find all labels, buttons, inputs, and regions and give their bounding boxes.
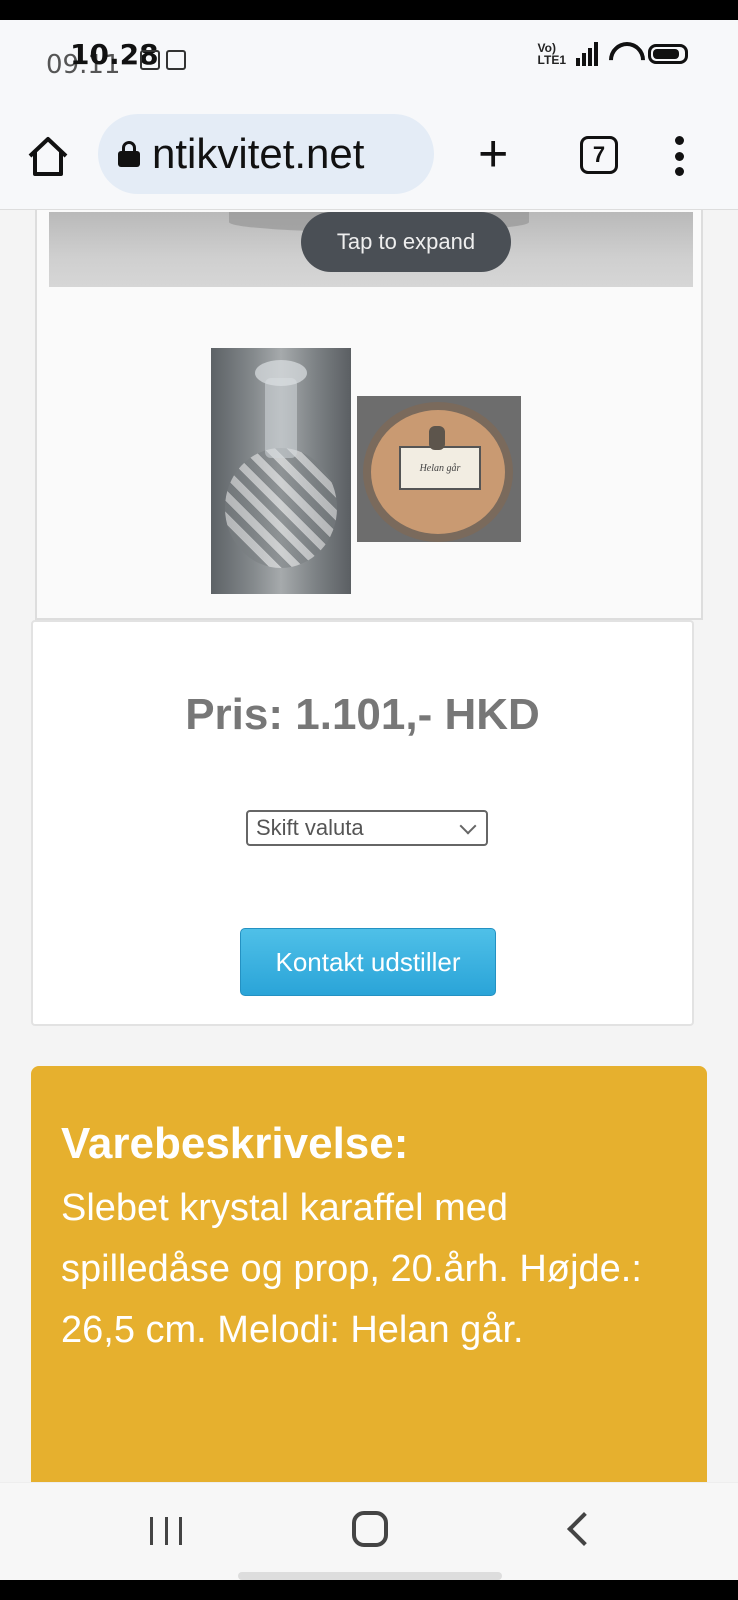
home-nav-icon[interactable] xyxy=(352,1511,388,1547)
tap-to-expand-toast[interactable]: Tap to expand xyxy=(301,212,511,272)
back-icon[interactable] xyxy=(567,1512,601,1546)
thumbnail-music-box[interactable]: Helan går xyxy=(357,396,521,542)
bottom-black-strip xyxy=(0,1580,738,1600)
thumbnail-decanter[interactable] xyxy=(211,348,351,594)
status-icons: Vo) LTE1 xyxy=(538,42,688,66)
price-box: Pris: 1.101,- HKD Skift valuta Kontakt u… xyxy=(31,620,694,1026)
url-text: ntikvitet.net xyxy=(152,130,365,177)
battery-icon xyxy=(648,44,688,64)
music-box-label: Helan går xyxy=(399,446,481,490)
notification-icon xyxy=(166,50,186,70)
description-box: Varebeskrivelse: Slebet krystal karaffel… xyxy=(31,1066,707,1482)
address-bar[interactable]: ntikvitet.net xyxy=(98,114,434,194)
signal-icon xyxy=(576,42,598,66)
currency-select[interactable]: Skift valuta xyxy=(246,810,488,846)
volte-lte-icon: Vo) LTE1 xyxy=(537,41,566,67)
description-title: Varebeskrivelse: xyxy=(61,1119,409,1168)
system-nav-bar xyxy=(0,1482,738,1580)
currency-select-value: Skift valuta xyxy=(256,815,364,840)
lock-icon xyxy=(118,141,140,167)
wifi-icon xyxy=(608,42,638,66)
chevron-down-icon xyxy=(459,817,477,835)
price-label: Pris: 1.101,- HKD xyxy=(185,690,540,739)
status-bar: 09.11 10.28 Vo) LTE1 xyxy=(0,20,738,98)
notification-icon xyxy=(140,50,160,70)
page-content[interactable]: Tap to expand Helan går Pris: 1.101,- HK… xyxy=(0,210,738,1482)
top-black-strip xyxy=(0,0,738,20)
image-gallery: Tap to expand Helan går xyxy=(35,210,703,620)
browser-toolbar: ntikvitet.net + 7 xyxy=(0,98,738,210)
recent-apps-icon[interactable] xyxy=(150,1517,182,1545)
more-menu-icon[interactable] xyxy=(674,136,684,176)
description-text: Slebet krystal karaffel med spilledåse o… xyxy=(61,1187,642,1351)
tab-switcher-button[interactable]: 7 xyxy=(580,136,618,174)
notification-icons xyxy=(140,50,186,70)
new-tab-button[interactable]: + xyxy=(478,128,508,180)
gesture-handle xyxy=(238,1572,502,1580)
home-icon[interactable] xyxy=(26,134,70,178)
contact-exhibitor-button[interactable]: Kontakt udstiller xyxy=(240,928,496,996)
